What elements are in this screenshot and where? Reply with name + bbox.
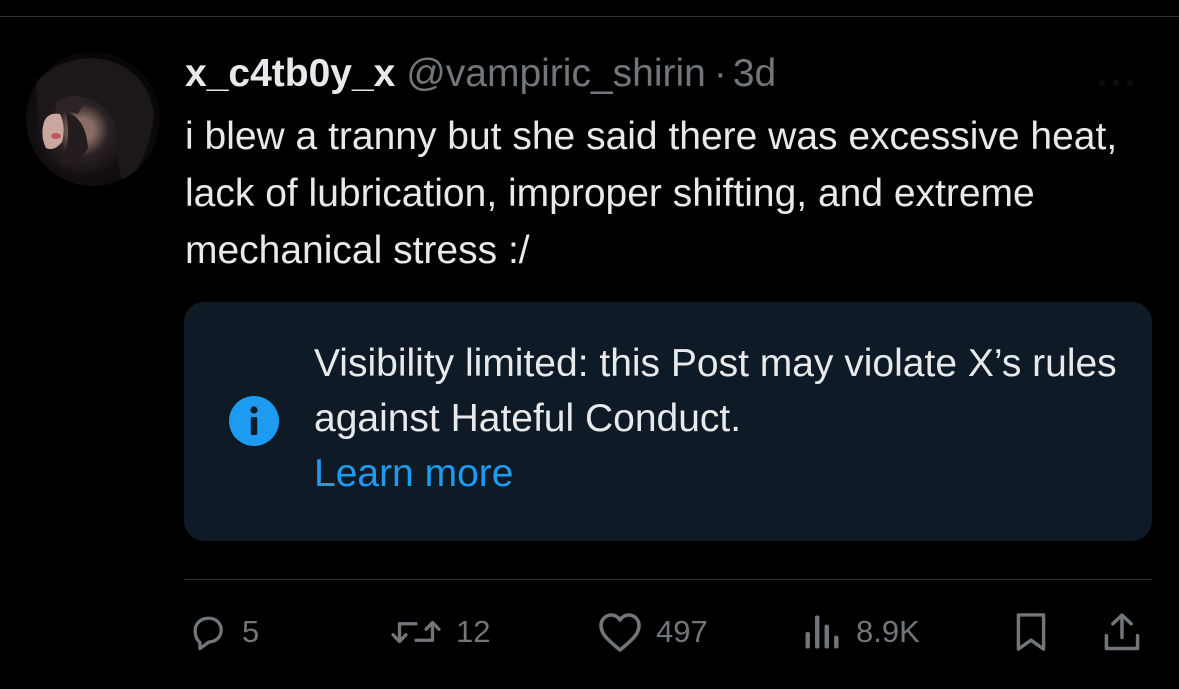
views-icon — [805, 615, 839, 649]
share-icon — [1104, 613, 1140, 651]
like-button[interactable]: 497 — [596, 610, 708, 654]
avatar[interactable] — [26, 52, 160, 186]
bookmark-icon — [1016, 613, 1046, 651]
timestamp[interactable]: 3d — [733, 52, 776, 95]
tweet-header: x_c4tb0y_x @vampiric_shirin · 3d — [185, 52, 776, 96]
like-count: 497 — [656, 614, 708, 649]
separator-dot: · — [713, 52, 727, 95]
info-icon — [229, 396, 279, 446]
bottom-divider — [184, 579, 1152, 580]
bookmark-button[interactable] — [1013, 610, 1049, 654]
repost-button[interactable]: 12 — [388, 610, 490, 654]
views-button[interactable]: 8.9K — [800, 610, 920, 654]
repost-count: 12 — [456, 614, 491, 649]
user-handle[interactable]: @vampiric_shirin — [406, 52, 706, 95]
reply-button[interactable]: 5 — [186, 610, 259, 654]
notice-text: Visibility limited: this Post may violat… — [314, 336, 1134, 501]
reply-icon — [193, 616, 223, 651]
tweet-text: i blew a tranny but she said there was e… — [185, 115, 1118, 272]
learn-more-link[interactable]: Learn more — [314, 446, 1134, 501]
share-button[interactable] — [1100, 610, 1144, 654]
top-divider — [0, 16, 1179, 17]
view-count: 8.9K — [856, 614, 920, 649]
reply-count: 5 — [242, 614, 260, 649]
display-name[interactable]: x_c4tb0y_x — [185, 52, 395, 95]
like-icon — [599, 613, 641, 652]
more-icon[interactable] — [1096, 68, 1136, 98]
avatar-image — [36, 58, 154, 180]
notice-message: Visibility limited: this Post may violat… — [314, 342, 1117, 440]
repost-icon — [391, 620, 441, 644]
